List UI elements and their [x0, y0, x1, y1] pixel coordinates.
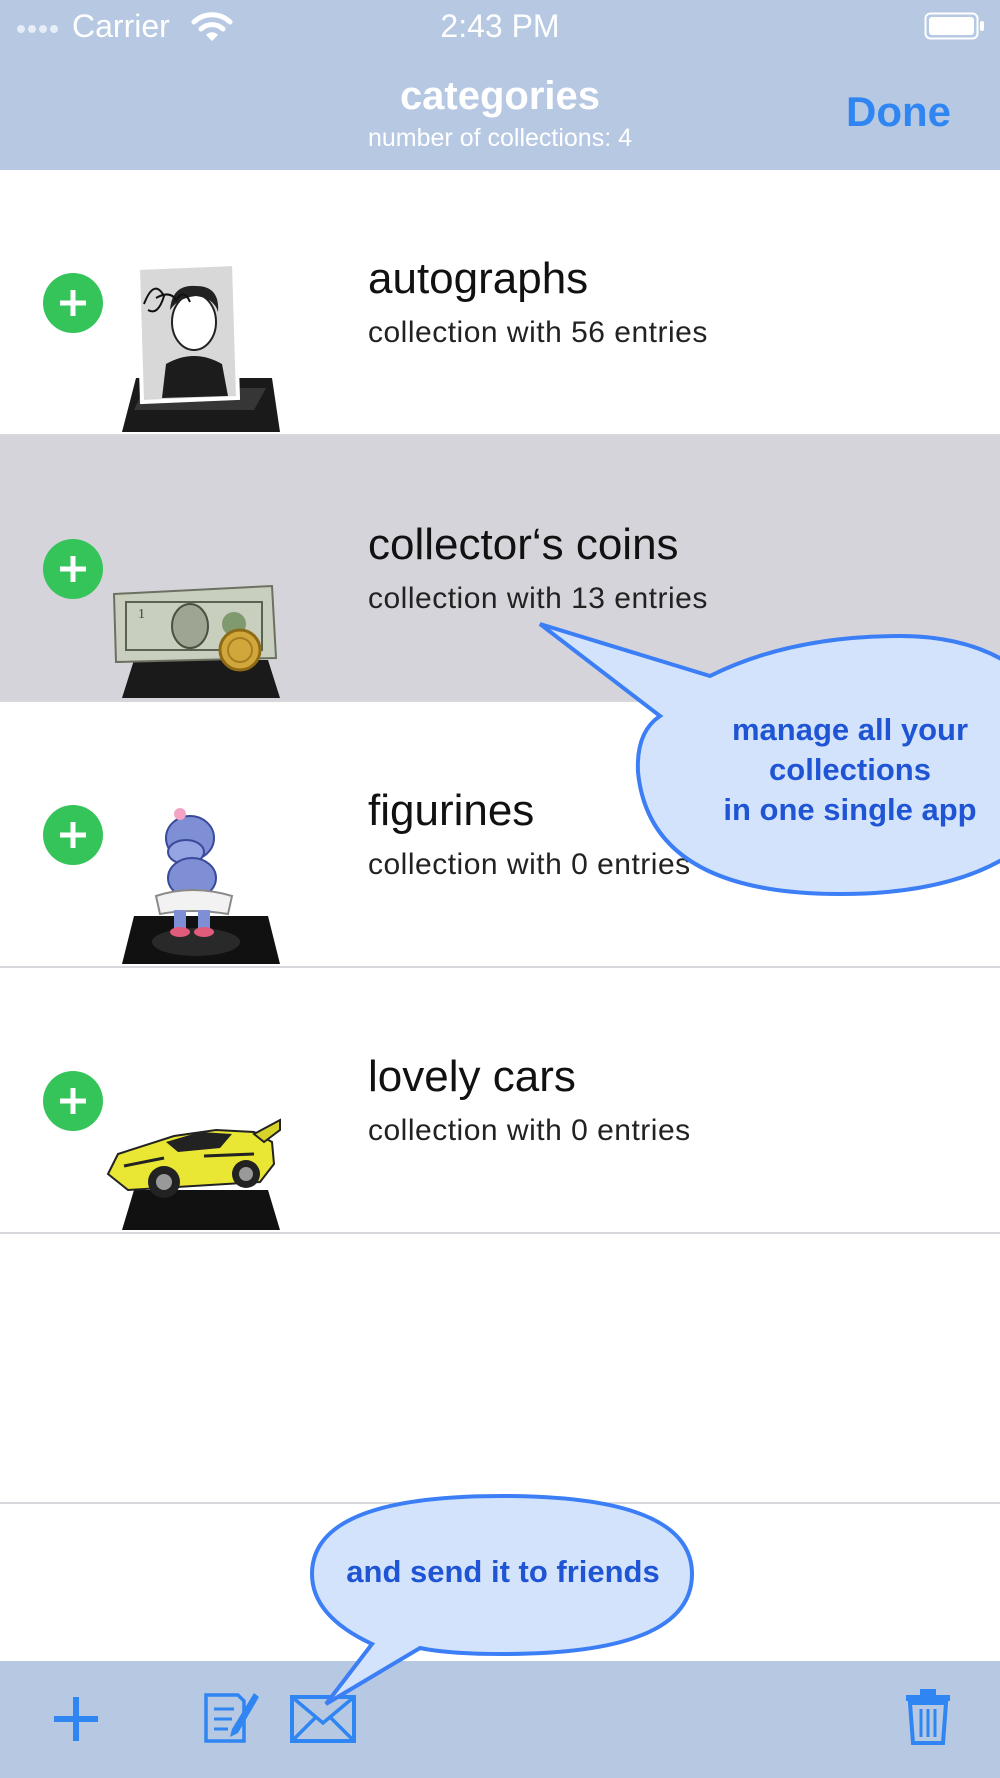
navigation-bar: Carrier 2:43 PM categories number of col…	[0, 0, 1000, 170]
trash-icon[interactable]	[906, 1689, 950, 1750]
collection-title: lovely cars	[368, 1052, 576, 1101]
callout-line: manage all your	[731, 712, 969, 747]
collection-row-cars[interactable]: lovely cars collection with 0 entries	[0, 968, 1000, 1234]
svg-text:1: 1	[138, 607, 145, 622]
hippo-figurine-icon	[104, 792, 282, 966]
autograph-portrait-icon	[104, 260, 282, 434]
manage-callout-text: manage all your collections in one singl…	[690, 710, 1000, 830]
plus-icon[interactable]	[54, 1697, 98, 1746]
done-button[interactable]: Done	[846, 88, 951, 136]
collection-title: collector‘s coins	[368, 520, 679, 569]
add-entry-icon[interactable]	[43, 273, 103, 333]
add-entry-icon[interactable]	[43, 539, 103, 599]
add-entry-icon[interactable]	[43, 805, 103, 865]
dollar-bill-coin-icon: 1	[104, 526, 282, 700]
status-time: 2:43 PM	[440, 8, 560, 44]
edit-note-icon[interactable]	[204, 1689, 260, 1750]
yellow-sports-car-icon	[104, 1058, 282, 1232]
collection-subtitle: collection with 0 entries	[368, 1114, 691, 1147]
collection-row-autographs[interactable]: autographs collection with 56 entries	[0, 170, 1000, 436]
collection-title: figurines	[368, 786, 535, 835]
send-callout-text: and send it to friends	[346, 1554, 660, 1589]
callout-line: collections	[769, 752, 931, 787]
callout-line: in one single app	[723, 792, 977, 827]
battery-icon	[924, 12, 986, 45]
add-entry-icon[interactable]	[43, 1071, 103, 1131]
collection-subtitle: collection with 56 entries	[368, 316, 708, 349]
collection-title: autographs	[368, 254, 589, 303]
send-callout-bubble	[308, 1492, 698, 1710]
collection-subtitle: collection with 13 entries	[368, 582, 708, 615]
